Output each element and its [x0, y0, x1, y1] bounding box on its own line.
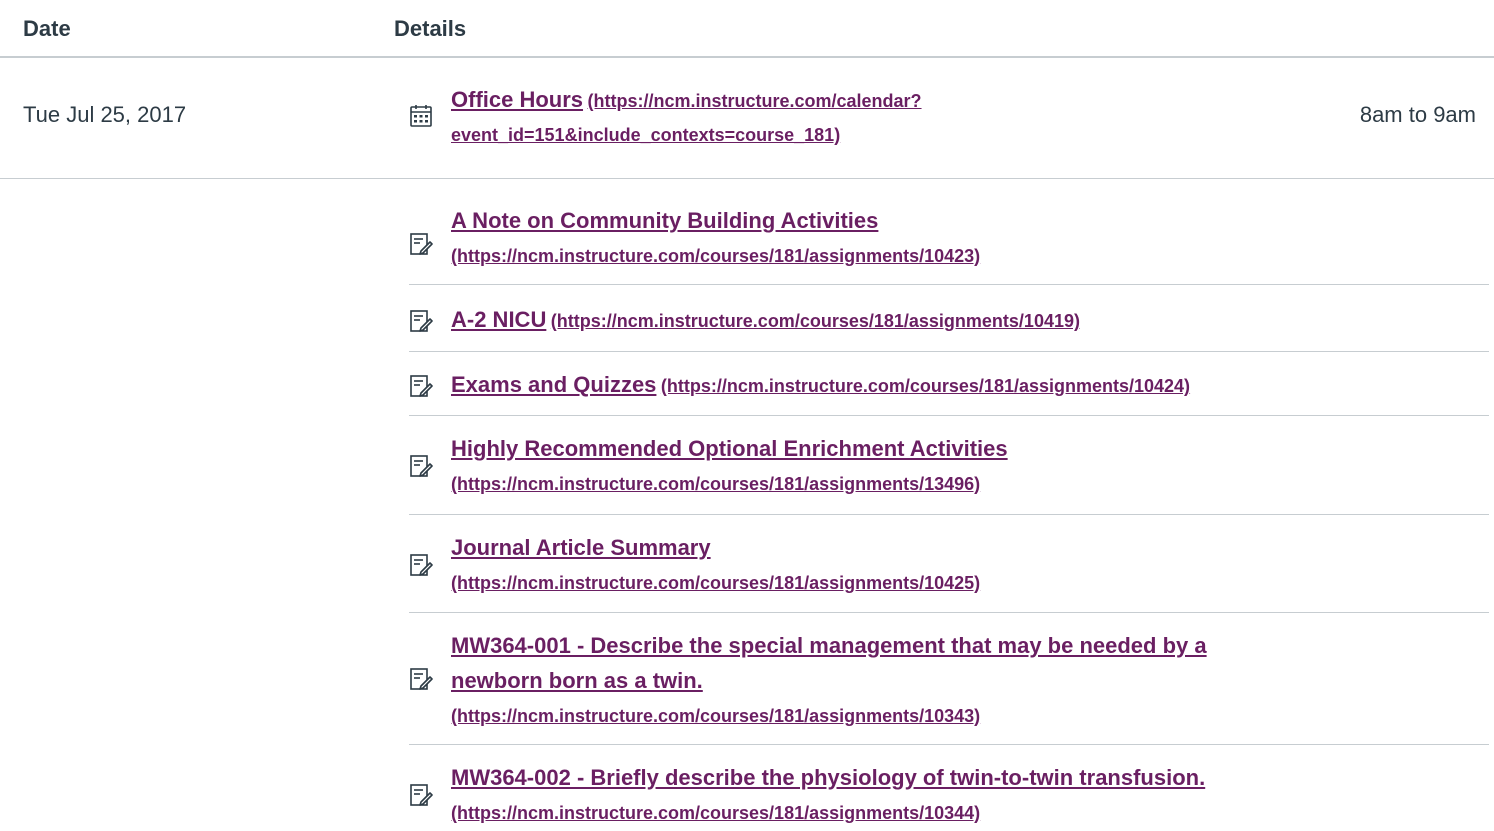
event-url-line2[interactable]: event_id=151&include_contexts=course_181… [451, 125, 840, 145]
assignment-url[interactable]: (https://ncm.instructure.com/courses/181… [551, 311, 1080, 331]
assignment-url[interactable]: (https://ncm.instructure.com/courses/181… [451, 246, 980, 266]
list-item-assignment-5: Journal Article Summary (https://ncm.ins… [409, 516, 1489, 613]
event-time: 8am to 9am [1359, 102, 1476, 127]
list-item-assignment-3: Exams and Quizzes (https://ncm.instructu… [409, 353, 1489, 416]
assignment-icon [409, 783, 433, 807]
event-item: Office Hours (https://ncm.instructure.co… [409, 84, 1489, 154]
assignment-url[interactable]: (https://ncm.instructure.com/courses/181… [451, 573, 980, 593]
assignment-title-line2[interactable]: newborn born as a twin. [451, 668, 703, 693]
assignment-url[interactable]: (https://ncm.instructure.com/courses/181… [451, 706, 980, 726]
assignment-icon [409, 454, 433, 478]
assignment-title[interactable]: Exams and Quizzes [451, 372, 656, 397]
assignment-link[interactable]: A Note on Community Building Activities … [451, 205, 1479, 274]
event-url-line1[interactable]: (https://ncm.instructure.com/calendar? [587, 91, 921, 111]
assignment-link[interactable]: A-2 NICU (https://ncm.instructure.com/co… [451, 304, 1479, 339]
list-item-assignment-1: A Note on Community Building Activities … [409, 195, 1489, 285]
assignment-icon [409, 667, 433, 691]
list-item-assignment-6: MW364-001 - Describe the special managem… [409, 614, 1489, 745]
table-row-event: Tue Jul 25, 2017 Office Hours (https://n… [0, 58, 1494, 179]
date-column-header: Date [23, 16, 71, 41]
assignment-link[interactable]: Highly Recommended Optional Enrichment A… [451, 433, 1479, 502]
assignment-title-line1[interactable]: MW364-001 - Describe the special managem… [451, 633, 1207, 658]
assignment-link[interactable]: Journal Article Summary (https://ncm.ins… [451, 532, 1479, 601]
assignment-title[interactable]: A Note on Community Building Activities [451, 208, 878, 233]
assignment-title[interactable]: Journal Article Summary [451, 535, 711, 560]
assignment-title[interactable]: Highly Recommended Optional Enrichment A… [451, 436, 1008, 461]
event-title[interactable]: Office Hours [451, 87, 583, 112]
assignment-title[interactable]: MW364-002 - Briefly describe the physiol… [451, 765, 1205, 790]
list-item-assignment-2: A-2 NICU (https://ncm.instructure.com/co… [409, 286, 1489, 352]
assignment-icon [409, 309, 433, 333]
table-header: Date Details [0, 0, 1494, 58]
assignment-url[interactable]: (https://ncm.instructure.com/courses/181… [451, 803, 980, 823]
calendar-icon [409, 104, 433, 128]
assignment-url[interactable]: (https://ncm.instructure.com/courses/181… [661, 376, 1190, 396]
assignment-link[interactable]: MW364-002 - Briefly describe the physiol… [451, 762, 1479, 831]
assignment-url[interactable]: (https://ncm.instructure.com/courses/181… [451, 474, 980, 494]
assignment-link[interactable]: Exams and Quizzes (https://ncm.instructu… [451, 369, 1479, 404]
event-date: Tue Jul 25, 2017 [23, 102, 187, 127]
assignment-icon [409, 374, 433, 398]
assignment-icon [409, 553, 433, 577]
details-column-header: Details [394, 16, 467, 41]
event-link[interactable]: Office Hours (https://ncm.instructure.co… [451, 84, 1479, 153]
assignment-icon [409, 232, 433, 256]
assignment-link[interactable]: MW364-001 - Describe the special managem… [451, 630, 1479, 734]
assignment-title[interactable]: A-2 NICU [451, 307, 546, 332]
list-item-assignment-7: MW364-002 - Briefly describe the physiol… [409, 746, 1489, 829]
list-item-assignment-4: Highly Recommended Optional Enrichment A… [409, 417, 1489, 515]
